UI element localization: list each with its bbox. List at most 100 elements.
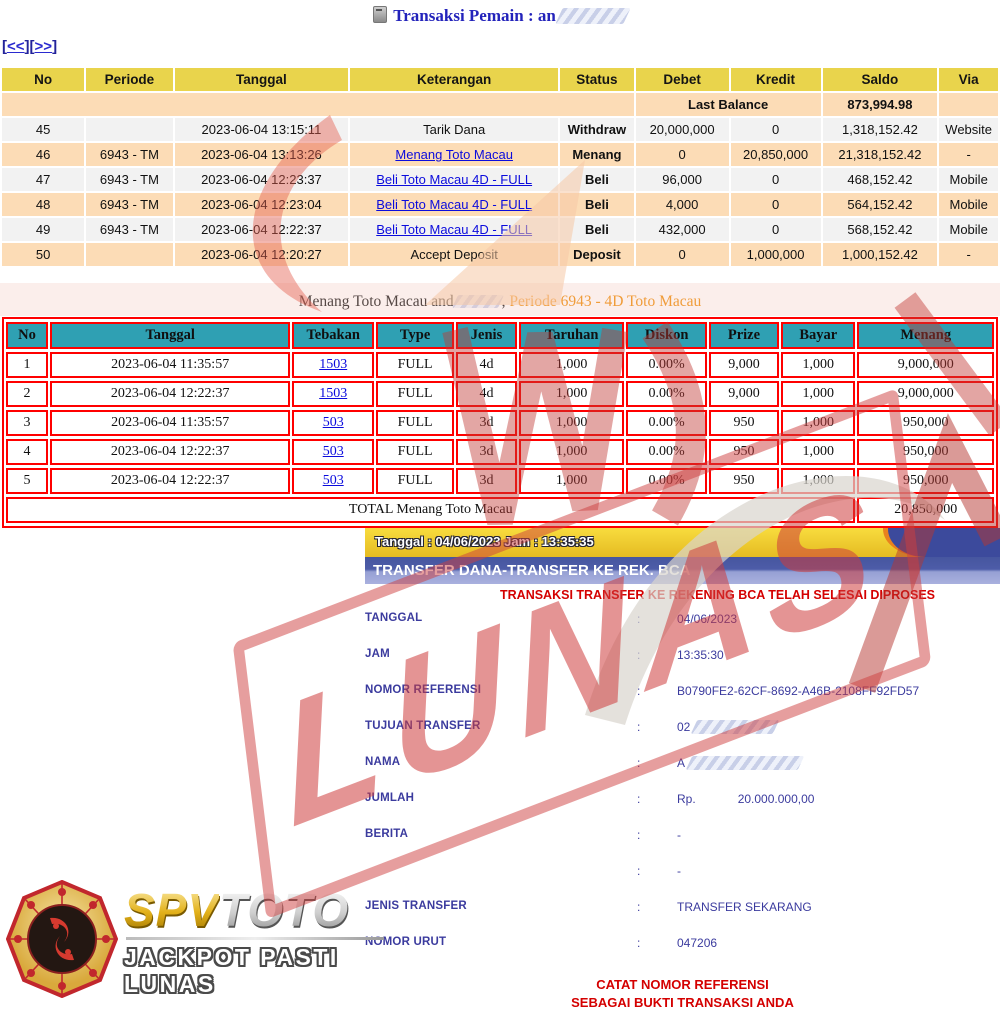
field-value: 13:35:30 [677, 648, 1000, 682]
cell-taruhan: 1,000 [519, 468, 625, 494]
last-balance-label: Last Balance [636, 93, 821, 116]
colon: : [637, 792, 677, 826]
col-debet: Debet [636, 68, 729, 91]
last-balance-value: 873,994.98 [823, 93, 938, 116]
colon: : [637, 756, 677, 790]
cell-no: 50 [2, 243, 84, 266]
receipt-datetime: Tanggal : 04/06/2023 Jam : 13:35:35 [365, 528, 1000, 549]
cell-jenis: 4d [456, 352, 517, 378]
page-title-text: Transaksi Pemain : an [393, 6, 556, 25]
cell-periode: 6943 - TM [86, 193, 172, 216]
cell-tanggal: 2023-06-04 12:23:04 [175, 193, 349, 216]
cell-taruhan: 1,000 [519, 410, 625, 436]
cell-no: 45 [2, 118, 84, 141]
field-value: - [677, 864, 1000, 898]
cell-periode: 6943 - TM [86, 143, 172, 166]
tebakan-link[interactable]: 1503 [319, 386, 347, 401]
cell-taruhan: 1,000 [519, 381, 625, 407]
tebakan-link[interactable]: 503 [323, 415, 344, 430]
receipt-row: BERITA : - [365, 826, 1000, 862]
status-badge: Beli [560, 168, 633, 191]
tebakan-link[interactable]: 503 [323, 473, 344, 488]
cell-diskon: 0.00% [626, 439, 706, 465]
col-keterangan: Keterangan [350, 68, 558, 91]
cell-no: 1 [6, 352, 48, 378]
print-icon [373, 6, 387, 23]
bank-receipt: Tanggal : 04/06/2023 Jam : 13:35:35 TRAN… [365, 528, 1000, 1012]
cell-taruhan: 1,000 [519, 439, 625, 465]
table-row: 48 6943 - TM 2023-06-04 12:23:04 Beli To… [2, 193, 998, 216]
cell-prize: 9,000 [709, 381, 779, 407]
col-tanggal: Tanggal [175, 68, 349, 91]
colon: : [637, 612, 677, 646]
cell-prize: 950 [709, 468, 779, 494]
cell-bayar: 1,000 [781, 439, 855, 465]
cell-type: FULL [376, 439, 454, 465]
cell-no: 49 [2, 218, 84, 241]
table-header-row: No Periode Tanggal Keterangan Status Deb… [2, 68, 998, 91]
cell-tanggal: 2023-06-04 12:22:37 [50, 468, 290, 494]
field-value: 02 [677, 720, 1000, 754]
field-value: 04/06/2023 [677, 612, 1000, 646]
caption-text: Menang Toto Macau and [299, 293, 454, 310]
field-label: BERITA [365, 828, 637, 862]
total-row: TOTAL Menang Toto Macau 20,850,000 [6, 497, 994, 523]
field-value: - [677, 828, 1000, 862]
cell-menang: 9,000,000 [857, 352, 994, 378]
prev-page-button[interactable]: << [7, 38, 25, 55]
footer-line: CATAT NOMOR REFERENSI [365, 976, 1000, 994]
cell-via: Mobile [939, 168, 998, 191]
keterangan-link[interactable]: Beli Toto Macau 4D - FULL [376, 172, 532, 187]
cell-bayar: 1,000 [781, 381, 855, 407]
receipt-row: TANGGAL : 04/06/2023 [365, 610, 1000, 646]
table-row: 49 6943 - TM 2023-06-04 12:22:37 Beli To… [2, 218, 998, 241]
cell-saldo: 1,000,152.42 [823, 243, 938, 266]
keterangan-link[interactable]: Beli Toto Macau 4D - FULL [376, 222, 532, 237]
total-value: 20,850,000 [857, 497, 994, 523]
tebakan-link[interactable]: 503 [323, 444, 344, 459]
receipt-row: NOMOR REFERENSI : B0790FE2-62CF-8692-A46… [365, 682, 1000, 718]
cell-keterangan: Tarik Dana [350, 118, 558, 141]
cell-jenis: 3d [456, 468, 517, 494]
tebakan-link[interactable]: 1503 [319, 357, 347, 372]
cell-prize: 950 [709, 410, 779, 436]
cell-taruhan: 1,000 [519, 352, 625, 378]
field-label: TUJUAN TRANSFER [365, 720, 637, 754]
field-value: B0790FE2-62CF-8692-A46B-2108FF92FD57 [677, 684, 1000, 718]
col-prize: Prize [709, 322, 779, 349]
pagination: [<<][>>] [2, 38, 57, 55]
status-badge: Withdraw [560, 118, 633, 141]
cell-via: Mobile [939, 218, 998, 241]
cell-debet: 4,000 [636, 193, 729, 216]
cell-tanggal: 2023-06-04 11:35:57 [50, 410, 290, 436]
cell-tanggal: 2023-06-04 12:22:37 [175, 218, 349, 241]
redacted-player-name [452, 295, 504, 308]
field-label: NOMOR REFERENSI [365, 684, 637, 718]
field-label: JUMLAH [365, 792, 637, 826]
col-type: Type [376, 322, 454, 349]
cell-type: FULL [376, 410, 454, 436]
cell-kredit: 0 [731, 118, 821, 141]
cell-kredit: 0 [731, 168, 821, 191]
cell-no: 5 [6, 468, 48, 494]
zodiac-wheel-icon [6, 880, 118, 998]
keterangan-link[interactable]: Beli Toto Macau 4D - FULL [376, 197, 532, 212]
table-row: 46 6943 - TM 2023-06-04 13:13:26 Menang … [2, 143, 998, 166]
cell-bayar: 1,000 [781, 410, 855, 436]
cell-tanggal: 2023-06-04 13:13:26 [175, 143, 349, 166]
col-tebakan: Tebakan [292, 322, 374, 349]
keterangan-link[interactable]: Menang Toto Macau [395, 147, 513, 162]
site-logo: SPVTOTO JACKPOT PASTI LUNAS [6, 876, 426, 1000]
cell-periode [86, 118, 172, 141]
brand-gold: SPV [124, 884, 219, 936]
col-via: Via [939, 68, 998, 91]
cell-via: - [939, 143, 998, 166]
cell-bayar: 1,000 [781, 468, 855, 494]
field-value: 047206 [677, 936, 1000, 970]
cell-diskon: 0.00% [626, 468, 706, 494]
win-detail-table: No Tanggal Tebakan Type Jenis Taruhan Di… [2, 317, 998, 528]
cell-no: 4 [6, 439, 48, 465]
next-page-button[interactable]: >> [35, 38, 53, 55]
cell-type: FULL [376, 381, 454, 407]
field-label: NAMA [365, 756, 637, 790]
